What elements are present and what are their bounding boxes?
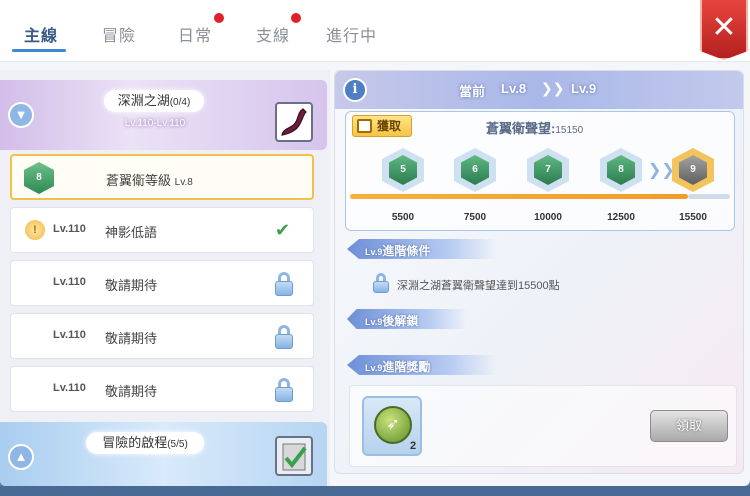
quest-level: Lv.8: [174, 177, 193, 188]
lock-icon: [275, 325, 293, 349]
tentacle-icon: [275, 102, 313, 142]
double-chevron-right-icon: ❯❯: [541, 80, 565, 96]
advance-condition-title: Lv.9進階條件: [365, 244, 431, 258]
tab-adventure[interactable]: 冒險: [102, 22, 136, 46]
milestone-badge-lv9: 9: [672, 148, 714, 192]
quest-name: 神影低語: [105, 225, 158, 240]
reputation-progress-fill: [350, 194, 688, 199]
tab-bar: 主線 冒險 日常 支線 進行中: [0, 0, 750, 62]
quest-row-locked-3[interactable]: Lv.110 敬請期待: [10, 366, 314, 412]
milestone-value: 10000: [534, 212, 562, 223]
milestone-value: 7500: [463, 212, 487, 223]
category-level-range: Lv.110-Lv.110: [124, 118, 186, 129]
obtain-button[interactable]: 獲取: [352, 115, 412, 137]
category-title: 冒險的啟程(5/5): [86, 432, 204, 454]
reputation-title: 蒼翼衛聲望:15150: [486, 118, 583, 137]
advance-reward-title: Lv.9進階獎勵: [365, 360, 431, 374]
milestone-value: 15500: [679, 212, 707, 223]
milestone-badge-lv8: 8: [600, 148, 642, 192]
reward-item-slot[interactable]: ➶ 2: [362, 396, 422, 456]
quest-name-text: 蒼翼衛等級: [106, 173, 172, 188]
bottom-background-strip: [0, 486, 750, 496]
reputation-progress-box: 獲取 蒼翼衛聲望:15150 5 6 7 8 ❯❯ 9 5500 7500 10…: [345, 111, 735, 231]
quest-name: 敬請期待: [105, 384, 158, 399]
close-button[interactable]: ✕: [700, 0, 748, 60]
reputation-title-text: 蒼翼衛聲望:: [486, 121, 556, 136]
reputation-progress-track: [688, 194, 730, 199]
quest-level: Lv.110: [53, 223, 86, 235]
quest-detail-panel: i 當前 Lv.8 ❯❯ Lv.9 獲取 蒼翼衛聲望:15150 5 6 7 8…: [334, 70, 744, 474]
current-label: 當前: [459, 84, 486, 99]
tab-main-quest[interactable]: 主線: [24, 22, 58, 46]
double-chevron-right-icon: ❯❯: [648, 162, 675, 179]
category-title-text: 深淵之湖: [117, 93, 170, 108]
side-quest-notification-dot: [291, 13, 301, 23]
quest-row-guard-level[interactable]: 8 蒼翼衛等級 Lv.8: [10, 154, 314, 200]
category-title: 深淵之湖(0/4): [104, 90, 204, 112]
quest-complete-icon: [275, 436, 313, 476]
unlock-title: Lv.9後解鎖: [365, 314, 419, 328]
advance-condition-text: 深淵之湖蒼翼衛聲望達到15500點: [397, 280, 560, 292]
reputation-value: 15150: [555, 125, 584, 136]
reward-orb-icon: ➶: [374, 406, 412, 444]
quest-window: 主線 冒險 日常 支線 進行中 ✕ ▼ 深淵之湖(0/4) Lv.110-Lv.…: [0, 0, 750, 486]
milestone-badge-lv7: 7: [527, 148, 569, 192]
reward-area: ➶ 2 領取: [349, 385, 737, 467]
advance-condition-header: Lv.9進階條件: [347, 239, 497, 259]
active-tab-indicator: [12, 49, 66, 52]
close-icon: ✕: [711, 11, 737, 44]
quest-row-locked-2[interactable]: Lv.110 敬請期待: [10, 313, 314, 359]
checkmark-icon: ✔: [275, 220, 291, 240]
quest-row-locked-1[interactable]: Lv.110 敬請期待: [10, 260, 314, 306]
category-header-abyss-lake[interactable]: ▼ 深淵之湖(0/4) Lv.110-Lv.110: [0, 80, 327, 150]
advance-reward-header: Lv.9進階獎勵: [347, 355, 497, 375]
reward-quantity: 2: [410, 440, 417, 452]
lock-icon: [275, 272, 293, 296]
info-icon[interactable]: i: [343, 78, 367, 102]
category-title-text: 冒險的啟程: [102, 435, 168, 450]
category-header-adventure-start[interactable]: ▲ 冒險的啟程(5/5): [0, 422, 327, 486]
quest-name: 敬請期待: [105, 331, 158, 346]
category-count: (0/4): [169, 97, 191, 108]
daily-notification-dot: [214, 13, 224, 23]
milestone-badge-lv5: 5: [382, 148, 424, 192]
milestone-badge-lv6: 6: [454, 148, 496, 192]
lock-icon: [373, 273, 389, 293]
trophy-icon: !: [25, 220, 45, 240]
category-count: (5/5): [167, 439, 188, 450]
obtain-icon: [357, 119, 372, 133]
quest-level: Lv.110: [53, 382, 86, 394]
claim-button[interactable]: 領取: [650, 410, 728, 442]
tab-daily[interactable]: 日常: [178, 22, 212, 46]
obtain-label: 獲取: [377, 119, 402, 133]
collapse-chevron-icon[interactable]: ▼: [8, 102, 34, 128]
expand-chevron-icon[interactable]: ▲: [8, 444, 34, 470]
milestone-value: 5500: [391, 212, 415, 223]
current-level: Lv.8: [501, 81, 527, 96]
milestone-value: 12500: [607, 212, 635, 223]
quest-name: 敬請期待: [105, 278, 158, 293]
quest-level: Lv.110: [53, 329, 86, 341]
unlock-header: Lv.9後解鎖: [347, 309, 467, 329]
tab-in-progress[interactable]: 進行中: [326, 22, 377, 46]
quest-name: 蒼翼衛等級 Lv.8: [106, 170, 193, 189]
lock-icon: [275, 378, 293, 402]
tab-side-quest[interactable]: 支線: [256, 22, 290, 46]
quest-row-shadow-whisper[interactable]: ! Lv.110 神影低語 ✔: [10, 207, 314, 253]
detail-header: i 當前 Lv.8 ❯❯ Lv.9: [335, 71, 743, 109]
level-badge-icon: 8: [24, 162, 54, 194]
quest-level: Lv.110: [53, 276, 86, 288]
next-level: Lv.9: [571, 81, 597, 96]
